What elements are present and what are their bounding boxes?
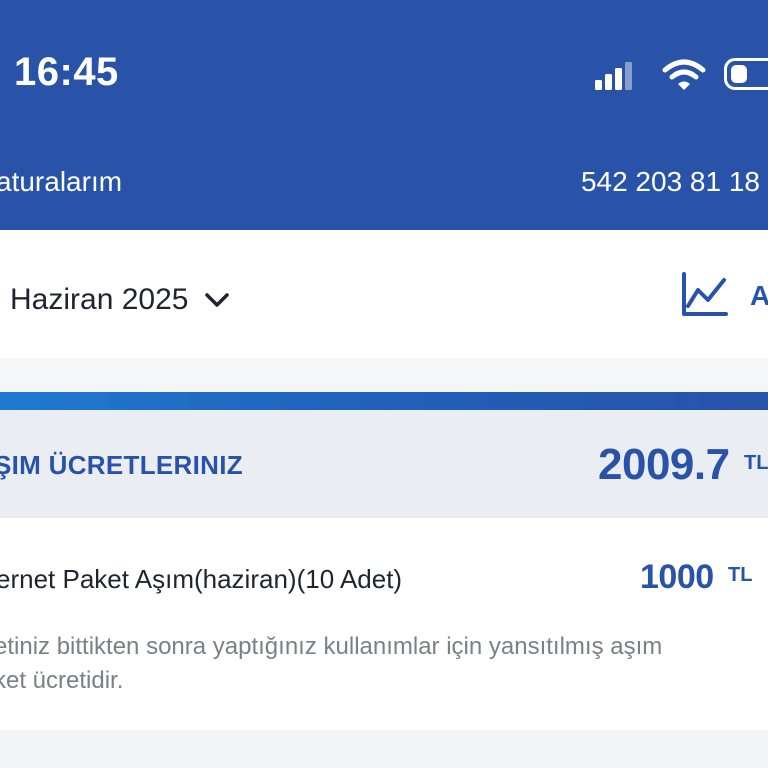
phone-number[interactable]: 542 203 81 18: [581, 166, 760, 198]
chart-button[interactable]: A: [680, 270, 768, 320]
wifi-icon: [662, 59, 706, 90]
item-unit: TL: [728, 564, 753, 586]
month-selector[interactable]: Haziran 2025: [10, 280, 230, 320]
overage-total-amount: 2009.7: [598, 440, 730, 489]
page-title: aturalarım: [0, 166, 123, 197]
overage-card-header: ŞIM ÜCRETLERINIZ 2009.7 TL: [0, 410, 768, 518]
battery-icon: [724, 58, 768, 90]
chevron-down-icon: [205, 293, 230, 307]
app-header: 16:45 aturalarım 542 203 81 18: [0, 0, 768, 230]
status-time: 16:45: [14, 50, 119, 94]
section-gap: [0, 358, 768, 392]
cellular-signal-icon: [595, 62, 632, 90]
item-description: etiniz bittikten sonra yaptığınız kullan…: [0, 630, 768, 698]
item-title: ernet Paket Aşım(haziran)(10 Adet): [0, 564, 403, 594]
battery-level: [731, 65, 747, 83]
list-item: ernet Paket Aşım(haziran)(10 Adet) 1000 …: [0, 518, 768, 730]
overage-title: ŞIM ÜCRETLERINIZ: [0, 450, 243, 480]
period-bar: Haziran 2025 A: [0, 230, 768, 358]
selected-month: Haziran 2025: [10, 283, 189, 316]
section-gap-bottom: [0, 730, 768, 768]
item-amount: 1000: [640, 558, 714, 596]
card-accent-strip: [0, 392, 768, 410]
overage-card: ŞIM ÜCRETLERINIZ 2009.7 TL ernet Paket A…: [0, 392, 768, 768]
chart-button-label: A: [750, 280, 768, 311]
overage-total-unit: TL: [744, 452, 768, 474]
line-chart-icon: [682, 272, 728, 316]
item-description-line: etiniz bittikten sonra yaptığınız kullan…: [0, 633, 663, 694]
